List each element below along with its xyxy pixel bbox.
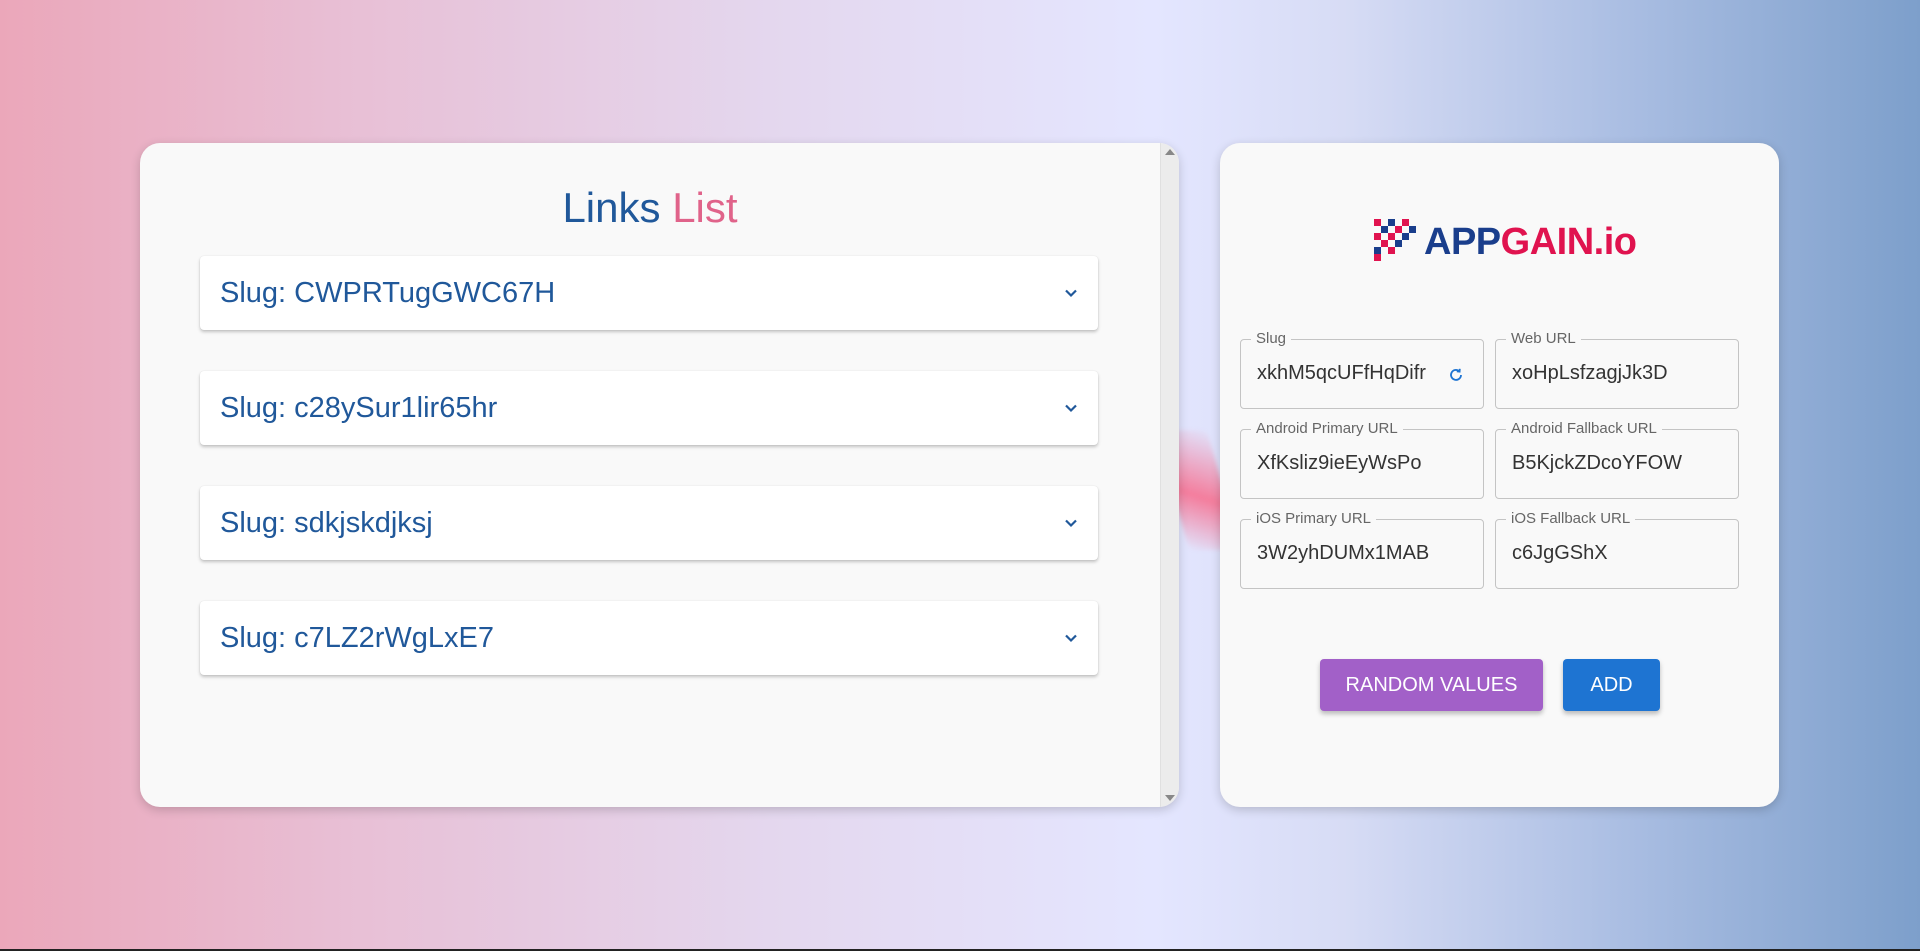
add-button[interactable]: ADD xyxy=(1563,659,1660,711)
random-values-button[interactable]: RANDOM VALUES xyxy=(1320,659,1543,711)
android-fallback-url-value[interactable]: B5KjckZDcoYFOW xyxy=(1512,452,1702,475)
link-accordion-item[interactable]: Slug: sdkjskdjksj xyxy=(200,486,1098,560)
android-primary-url-field[interactable]: Android Primary URL XfKsliz9ieEyWsPo xyxy=(1240,421,1484,499)
ios-primary-url-label: iOS Primary URL xyxy=(1251,511,1377,527)
link-accordion-item[interactable]: Slug: c28ySur1lir65hr xyxy=(200,371,1098,445)
links-title-part1: Links xyxy=(562,184,661,231)
android-primary-url-label: Android Primary URL xyxy=(1251,421,1403,437)
chevron-down-icon xyxy=(1065,634,1077,643)
links-list-card: Links List Slug: CWPRTugGWC67H Slug: c28… xyxy=(140,143,1179,807)
link-slug-label: Slug: c28ySur1lir65hr xyxy=(220,391,498,424)
android-fallback-url-field[interactable]: Android Fallback URL B5KjckZDcoYFOW xyxy=(1495,421,1739,499)
link-slug-label: Slug: CWPRTugGWC67H xyxy=(220,276,556,309)
link-accordion-item[interactable]: Slug: c7LZ2rWgLxE7 xyxy=(200,601,1098,675)
link-slug-label: Slug: c7LZ2rWgLxE7 xyxy=(220,621,495,654)
appgain-logo: APPGAIN.io xyxy=(1374,217,1637,267)
ios-fallback-url-value[interactable]: c6JgGShX xyxy=(1512,542,1702,565)
android-primary-url-value[interactable]: XfKsliz9ieEyWsPo xyxy=(1257,452,1447,475)
ios-fallback-url-field[interactable]: iOS Fallback URL c6JgGShX xyxy=(1495,511,1739,589)
scroll-down-arrow-icon[interactable] xyxy=(1165,795,1175,801)
scroll-up-arrow-icon[interactable] xyxy=(1165,149,1175,155)
appgain-logo-icon xyxy=(1374,219,1416,261)
web-url-field-label: Web URL xyxy=(1506,331,1581,347)
ios-primary-url-value[interactable]: 3W2yhDUMx1MAB xyxy=(1257,542,1447,565)
add-link-form-card: APPGAIN.io Slug xkhM5qcUFfHqDifr Web URL… xyxy=(1220,143,1779,807)
slug-field-label: Slug xyxy=(1251,331,1292,347)
scrollbar[interactable] xyxy=(1160,143,1179,807)
link-slug-label: Slug: sdkjskdjksj xyxy=(220,506,433,539)
ios-primary-url-field[interactable]: iOS Primary URL 3W2yhDUMx1MAB xyxy=(1240,511,1484,589)
ios-fallback-url-label: iOS Fallback URL xyxy=(1506,511,1636,527)
chevron-down-icon xyxy=(1065,519,1077,528)
web-url-field-value[interactable]: xoHpLsfzagjJk3D xyxy=(1512,362,1702,385)
slug-field-value[interactable]: xkhM5qcUFfHqDifr xyxy=(1257,362,1427,385)
logo-text: APPGAIN.io xyxy=(1424,220,1637,263)
link-accordion-item[interactable]: Slug: CWPRTugGWC67H xyxy=(200,256,1098,330)
android-fallback-url-label: Android Fallback URL xyxy=(1506,421,1662,437)
chevron-down-icon xyxy=(1065,404,1077,413)
links-title: Links List xyxy=(140,183,1160,233)
slug-field[interactable]: Slug xkhM5qcUFfHqDifr xyxy=(1240,331,1484,409)
chevron-down-icon xyxy=(1065,289,1077,298)
refresh-icon[interactable] xyxy=(1447,366,1465,384)
web-url-field[interactable]: Web URL xoHpLsfzagjJk3D xyxy=(1495,331,1739,409)
links-title-part2: List xyxy=(672,184,738,231)
